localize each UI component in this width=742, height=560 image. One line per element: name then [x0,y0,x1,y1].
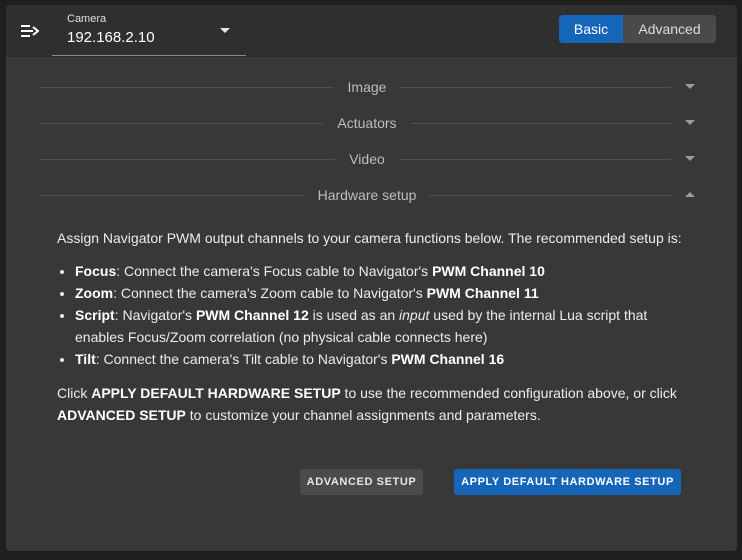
chevron-down-icon [685,84,695,89]
channel-list: Focus: Connect the camera's Focus cable … [57,260,682,370]
hardware-setup-content: Assign Navigator PWM output channels to … [57,227,682,426]
list-item-focus: Focus: Connect the camera's Focus cable … [75,260,682,282]
mode-toggle: Basic Advanced [559,15,716,43]
section-hardware-setup[interactable]: Hardware setup [39,185,695,205]
advanced-setup-button[interactable]: ADVANCED SETUP [300,469,423,495]
section-video[interactable]: Video [39,149,695,169]
mode-advanced-button[interactable]: Advanced [623,15,716,43]
section-title-hardware-setup: Hardware setup [303,187,431,203]
list-item-zoom: Zoom: Connect the camera's Zoom cable to… [75,282,682,304]
chevron-up-icon [685,192,695,197]
section-image[interactable]: Image [39,77,695,97]
caret-down-icon [220,28,230,33]
section-title-video: Video [335,151,399,167]
hardware-footer: Click APPLY DEFAULT HARDWARE SETUP to us… [57,385,677,423]
section-title-actuators: Actuators [323,115,411,131]
mode-basic-button[interactable]: Basic [559,15,623,43]
camera-settings-panel: Camera 192.168.2.10 Basic Advanced Image… [6,5,737,551]
section-actuators[interactable]: Actuators [39,113,695,133]
camera-select-value: 192.168.2.10 [67,29,155,46]
top-bar: Camera 192.168.2.10 Basic Advanced [6,5,737,57]
list-item-tilt: Tilt: Connect the camera's Tilt cable to… [75,348,682,370]
camera-select-label: Camera [67,13,107,25]
camera-select[interactable]: Camera 192.168.2.10 [52,5,246,56]
chevron-down-icon [685,156,695,161]
chevron-down-icon [685,120,695,125]
list-item-script: Script: Navigator's PWM Channel 12 is us… [75,304,682,348]
collapse-menu-icon [21,25,39,37]
apply-default-hardware-setup-button[interactable]: APPLY DEFAULT HARDWARE SETUP [454,469,681,495]
collapse-menu-button[interactable] [18,20,42,42]
hardware-intro: Assign Navigator PWM output channels to … [57,230,682,246]
section-title-image: Image [333,79,401,95]
